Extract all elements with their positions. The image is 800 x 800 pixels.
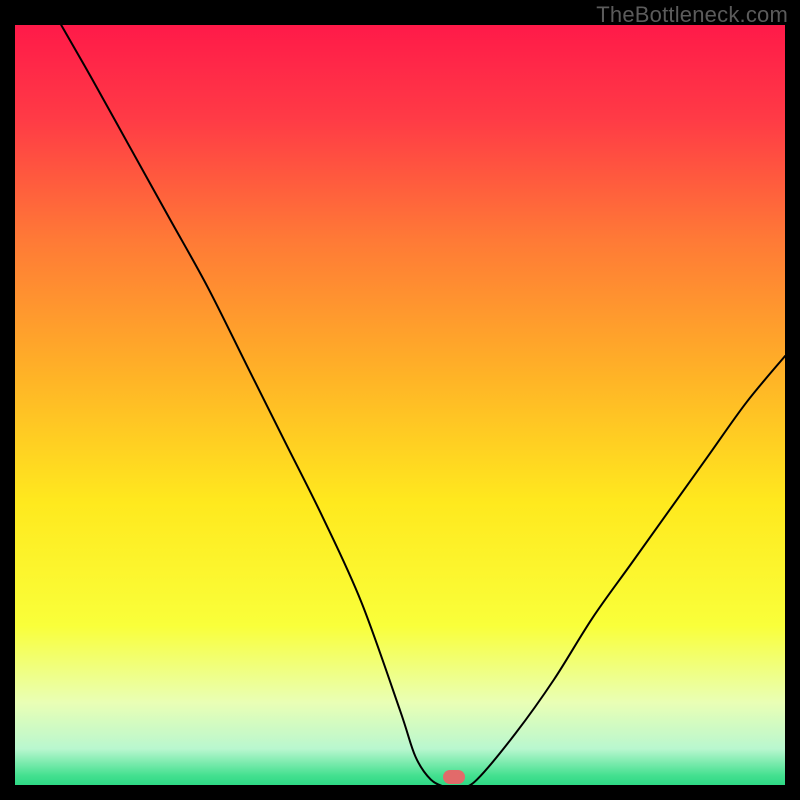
- watermark-text: TheBottleneck.com: [596, 2, 788, 28]
- optimal-marker: [443, 770, 465, 784]
- bottleneck-curve: [15, 25, 785, 785]
- chart-frame: TheBottleneck.com: [0, 0, 800, 800]
- plot-area: [15, 25, 785, 785]
